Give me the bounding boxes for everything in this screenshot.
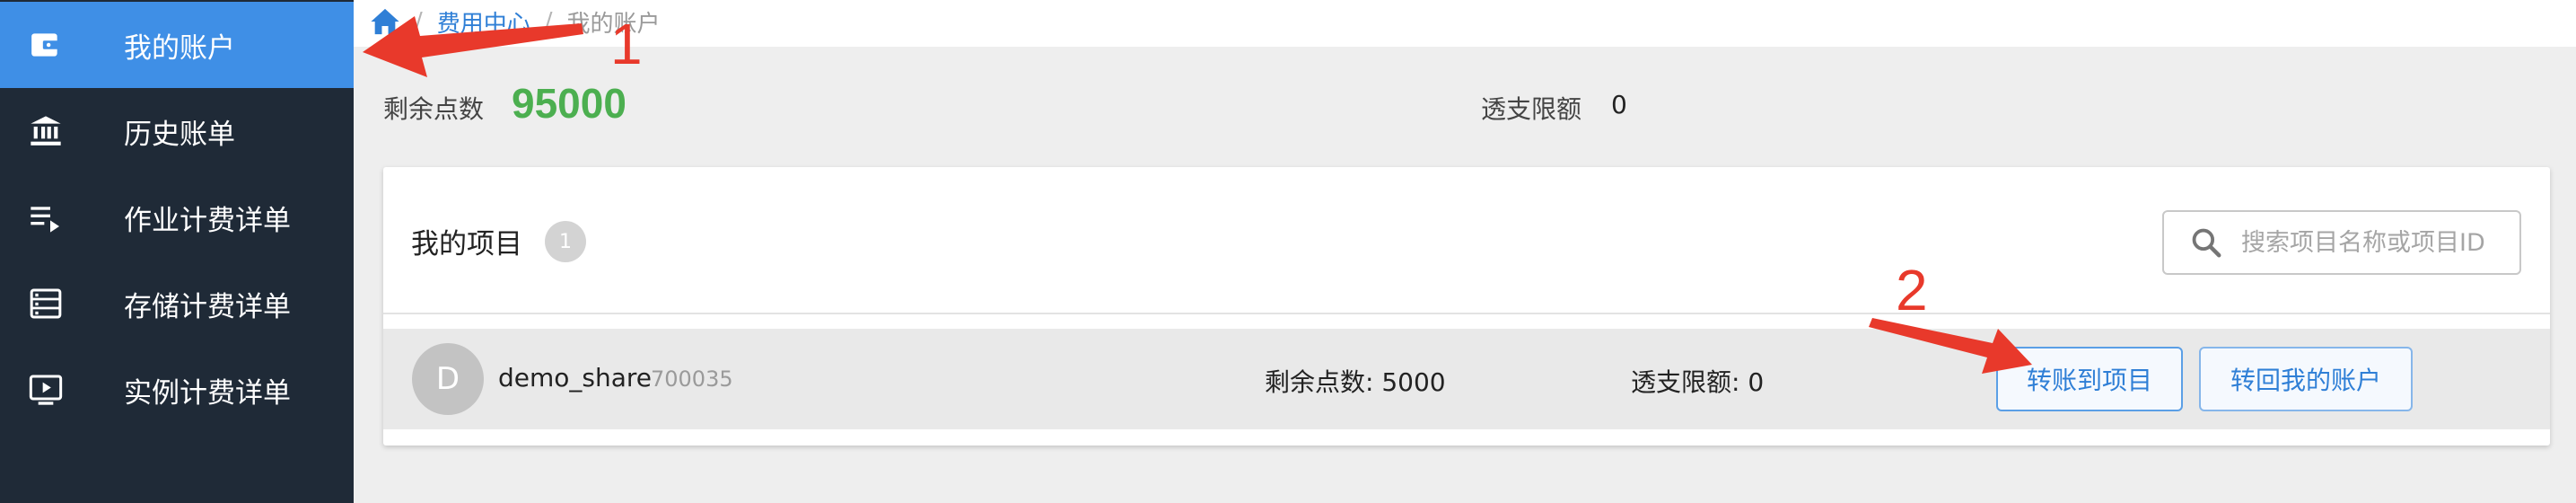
project-overdraft: 透支限额: 0 [1631, 367, 1765, 397]
project-row: D demo_share 700035 剩余点数: 5000 透支限额: 0 转… [383, 329, 2550, 429]
project-search-box[interactable] [2162, 210, 2521, 275]
annotation-number-2: 2 [1896, 258, 1928, 322]
sidebar-item-label: 历史账单 [124, 118, 235, 151]
sidebar-item-label: 实例计费详单 [124, 376, 291, 410]
sidebar-item-label: 存储计费详单 [124, 290, 291, 323]
overdraft-label: 透支限额 [1481, 94, 1582, 124]
projects-title: 我的项目 [411, 228, 522, 260]
sidebar-item-label: 作业计费详单 [124, 204, 291, 237]
sidebar-item-instance-billing[interactable]: 实例计费详单 [0, 347, 354, 433]
project-count-badge: 1 [545, 221, 586, 262]
sidebar-item-label: 我的账户 [124, 31, 235, 65]
sidebar-item-my-account[interactable]: 我的账户 [0, 2, 354, 88]
storage-list-icon [27, 285, 65, 322]
project-balance: 剩余点数: 5000 [1265, 367, 1446, 397]
project-search-input[interactable] [2241, 228, 2510, 257]
sidebar-item-history-bills[interactable]: 历史账单 [0, 88, 354, 174]
breadcrumb-separator: / [544, 8, 553, 35]
overdraft-value: 0 [1611, 90, 1627, 119]
project-name: demo_share [498, 363, 653, 393]
home-icon[interactable] [370, 7, 400, 36]
projects-card: 我的项目 1 D demo_share 700035 剩余点数: 5000 透支… [383, 167, 2550, 446]
balance-label: 剩余点数 [383, 94, 485, 124]
breadcrumb-separator: / [415, 8, 423, 35]
sidebar: 我的账户 历史账单 作业计费详单 存储计费详单 实例计费详单 [0, 0, 354, 503]
playlist-icon [27, 199, 65, 236]
breadcrumb-link-billing-center[interactable]: 费用中心 [437, 5, 530, 39]
divider [383, 313, 2550, 314]
annotation-number-1: 1 [610, 12, 643, 76]
monitor-play-icon [27, 371, 65, 409]
transfer-to-project-button[interactable]: 转账到项目 [1996, 347, 2183, 411]
sidebar-item-job-billing[interactable]: 作业计费详单 [0, 174, 354, 260]
search-icon [2189, 225, 2225, 260]
project-id: 700035 [651, 366, 733, 392]
wallet-icon [27, 26, 65, 64]
project-avatar: D [412, 343, 484, 415]
balance-value: 95000 [512, 80, 626, 127]
sidebar-item-storage-billing[interactable]: 存储计费详单 [0, 260, 354, 347]
bank-icon [27, 112, 65, 150]
transfer-back-to-account-button[interactable]: 转回我的账户 [2199, 347, 2413, 411]
top-bar [354, 0, 2576, 47]
